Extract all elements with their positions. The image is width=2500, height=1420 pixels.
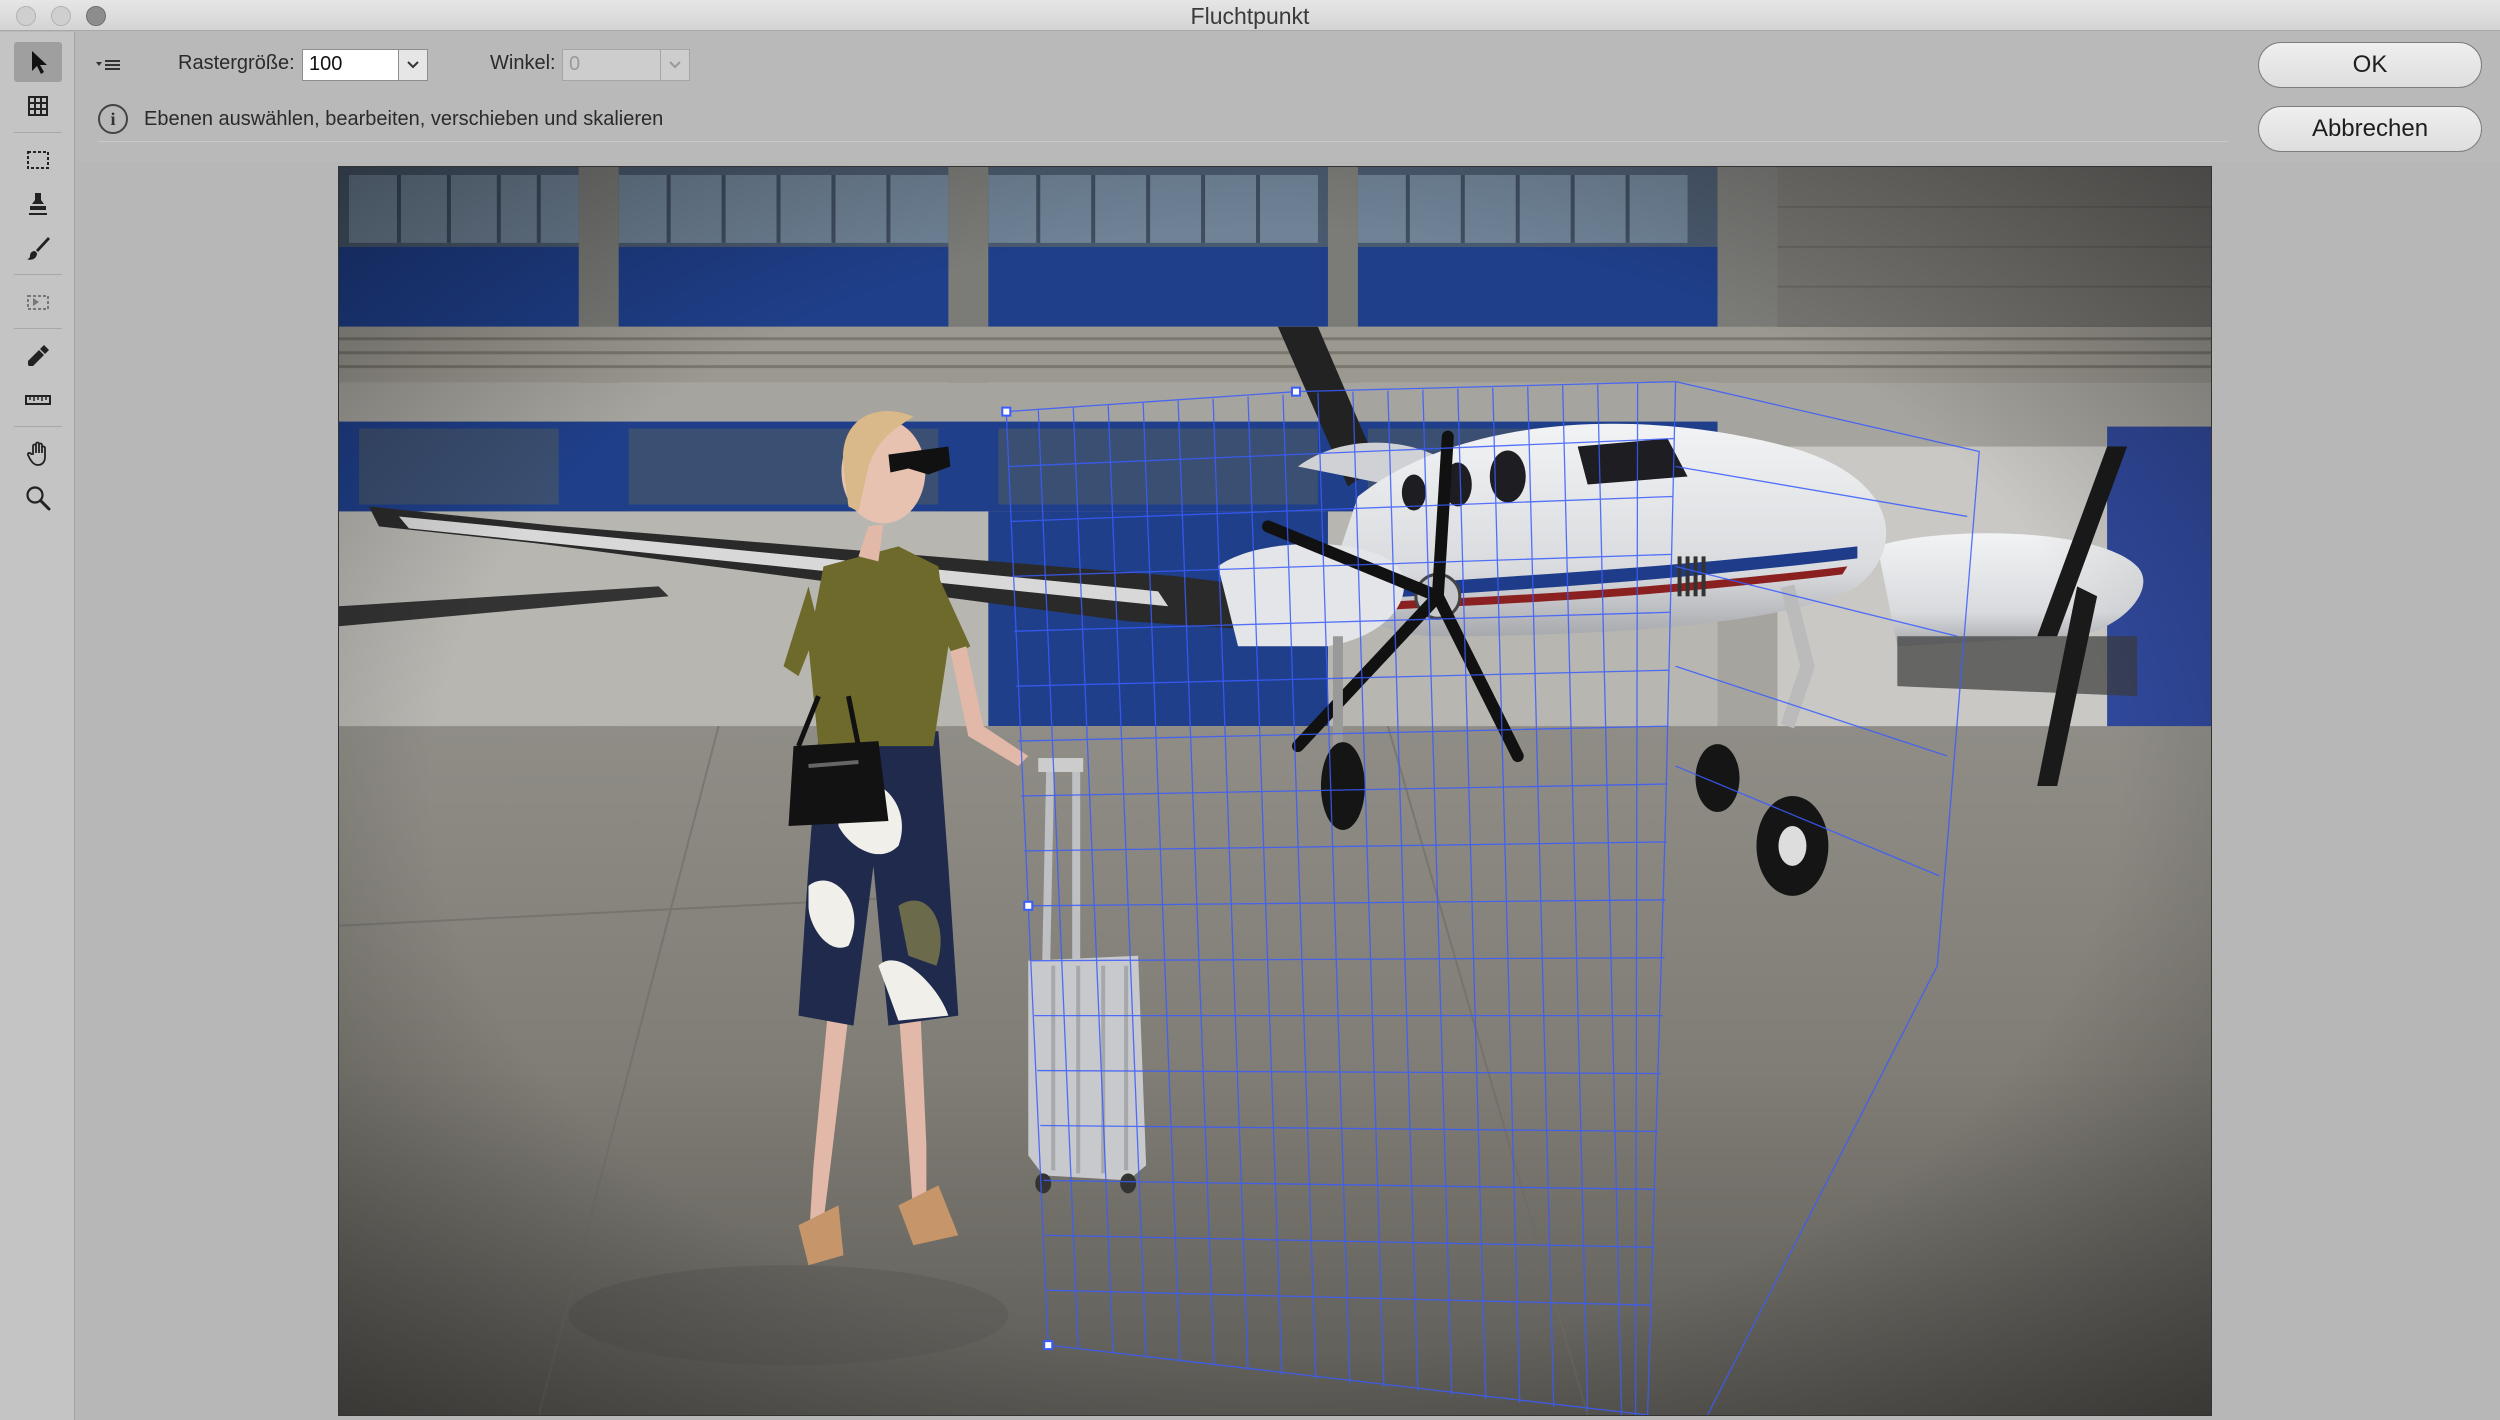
- marquee-icon: [27, 151, 49, 169]
- ok-button[interactable]: OK: [2258, 42, 2482, 88]
- zoom-tool[interactable]: [14, 478, 62, 518]
- options-bar: Rastergröße: 100 Winkel: 0 i Ebenen ausw…: [76, 32, 2228, 162]
- measure-tool[interactable]: [14, 380, 62, 420]
- angle-dropdown[interactable]: [660, 49, 690, 81]
- window-title: Fluchtpunkt: [1190, 3, 1310, 29]
- hand-icon: [26, 441, 46, 466]
- transform-tool[interactable]: [14, 282, 62, 322]
- info-bar: i Ebenen auswählen, bearbeiten, verschie…: [98, 102, 2228, 142]
- hand-tool[interactable]: [14, 434, 62, 474]
- chevron-down-icon: [407, 61, 419, 69]
- marquee-tool[interactable]: [14, 140, 62, 180]
- arrow-pointer-icon: [32, 51, 47, 74]
- stamp-tool[interactable]: [14, 184, 62, 224]
- brush-icon: [27, 237, 50, 260]
- angle-input[interactable]: 0: [562, 49, 662, 81]
- zoom-icon: [26, 486, 51, 511]
- create-plane-tool[interactable]: [14, 86, 62, 126]
- angle-label: Winkel:: [490, 52, 556, 74]
- grid-size-input[interactable]: 100: [302, 49, 400, 81]
- image-preview[interactable]: [338, 166, 2212, 1416]
- info-text: Ebenen auswählen, bearbeiten, verschiebe…: [144, 108, 664, 130]
- stamp-icon: [29, 193, 47, 215]
- tool-bar: [0, 32, 75, 1420]
- eyedropper-icon: [28, 345, 49, 366]
- grid-size-label: Rastergröße:: [178, 52, 295, 74]
- transform-icon: [27, 295, 49, 310]
- ruler-icon: [25, 395, 51, 405]
- brush-tool[interactable]: [14, 228, 62, 268]
- cancel-button[interactable]: Abbrechen: [2258, 106, 2482, 152]
- title-bar: Fluchtpunkt: [0, 0, 2500, 31]
- edit-plane-tool[interactable]: [14, 42, 62, 82]
- info-icon: i: [98, 104, 128, 134]
- hangar-photo: [339, 167, 2211, 1415]
- panel-menu-icon[interactable]: [92, 50, 126, 80]
- chevron-down-icon: [669, 61, 681, 69]
- preview-canvas[interactable]: [76, 162, 2500, 1420]
- eyedropper-tool[interactable]: [14, 336, 62, 376]
- grid-plane-icon: [28, 96, 48, 116]
- grid-size-dropdown[interactable]: [398, 49, 428, 81]
